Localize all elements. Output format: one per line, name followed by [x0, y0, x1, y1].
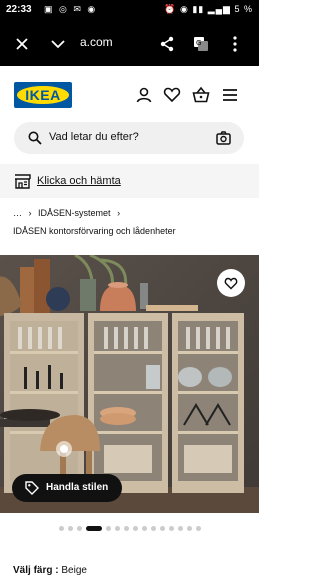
save-favorite-button[interactable] [217, 269, 245, 297]
status-right: ⏰ ◉ ▮▮ ▂▄▆ 5 % [164, 4, 253, 15]
chevron-down-icon[interactable] [46, 32, 70, 56]
page-subtitle: IDÅSEN kontorsförvaring och lådenheter [13, 226, 176, 236]
carousel-dot[interactable] [123, 525, 129, 531]
carousel-dot[interactable] [159, 525, 165, 531]
carousel-dot[interactable] [58, 525, 64, 531]
status-bar: 22:33 ▣ ◎ ✉ ◉ ⏰ ◉ ▮▮ ▂▄▆ 5 % [0, 0, 259, 22]
carousel-dot[interactable] [114, 525, 120, 531]
breadcrumb-ellipsis[interactable]: … [13, 208, 22, 218]
site-header: IKEA [0, 76, 259, 116]
close-icon[interactable] [10, 32, 34, 56]
heart-icon[interactable] [163, 86, 181, 104]
heart-outline-icon [224, 277, 238, 289]
carousel-dot[interactable] [67, 525, 73, 531]
shop-the-look-button[interactable]: Handla stilen [12, 474, 122, 502]
share-icon[interactable] [155, 32, 179, 56]
user-icon[interactable] [135, 86, 153, 104]
carousel-dot[interactable] [177, 525, 183, 531]
carousel-dot[interactable] [150, 525, 156, 531]
carousel-dot[interactable] [76, 525, 82, 531]
breadcrumb-separator-icon: › [28, 208, 32, 218]
carousel-dot[interactable] [195, 525, 201, 531]
camera-icon[interactable] [216, 131, 231, 145]
tag-icon [25, 481, 39, 495]
breadcrumb-item[interactable]: IDÅSEN-systemet [38, 208, 111, 218]
breadcrumb-chevron-icon: › [117, 208, 121, 218]
color-value: Beige [61, 565, 87, 576]
more-icon[interactable] [223, 32, 247, 56]
translate-icon[interactable]: G [189, 32, 213, 56]
color-label: Välj färg : [13, 565, 59, 576]
menu-icon[interactable] [221, 86, 239, 104]
battery-level: 5 % [234, 4, 253, 14]
browser-toolbar: a.com G [0, 22, 259, 66]
signal-icons: ⏰ ◉ ▮▮ ▂▄▆ [164, 4, 235, 14]
store-icon [15, 174, 31, 189]
url-text[interactable]: a.com [80, 35, 113, 49]
search-input[interactable]: Vad letar du efter? [49, 131, 139, 143]
carousel-dot[interactable] [186, 525, 192, 531]
search-bar[interactable]: Vad letar du efter? [14, 122, 244, 154]
svg-text:G: G [196, 39, 201, 47]
carousel-dot[interactable] [105, 525, 111, 531]
click-collect-link[interactable]: Klicka och hämta [37, 175, 121, 187]
logo-text: IKEA [25, 87, 61, 103]
status-time: 22:33 [6, 4, 32, 15]
color-selector[interactable]: Välj färg : Beige [13, 565, 87, 576]
notification-icons: ▣ ◎ ✉ ◉ [44, 4, 98, 14]
hotspot-dot[interactable] [56, 441, 72, 457]
click-collect-banner[interactable]: Klicka och hämta [0, 164, 259, 198]
hero-image[interactable]: Handla stilen [0, 255, 259, 513]
carousel-indicator[interactable] [0, 523, 259, 533]
basket-icon[interactable] [192, 86, 210, 104]
breadcrumb: … › IDÅSEN-systemet › [13, 208, 120, 218]
carousel-dot[interactable] [132, 525, 138, 531]
ikea-logo[interactable]: IKEA [14, 82, 72, 108]
search-icon [28, 131, 42, 145]
carousel-dot[interactable] [168, 525, 174, 531]
carousel-dot[interactable] [141, 525, 147, 531]
carousel-dot-active[interactable] [85, 525, 102, 531]
shop-the-look-label: Handla stilen [46, 482, 109, 493]
